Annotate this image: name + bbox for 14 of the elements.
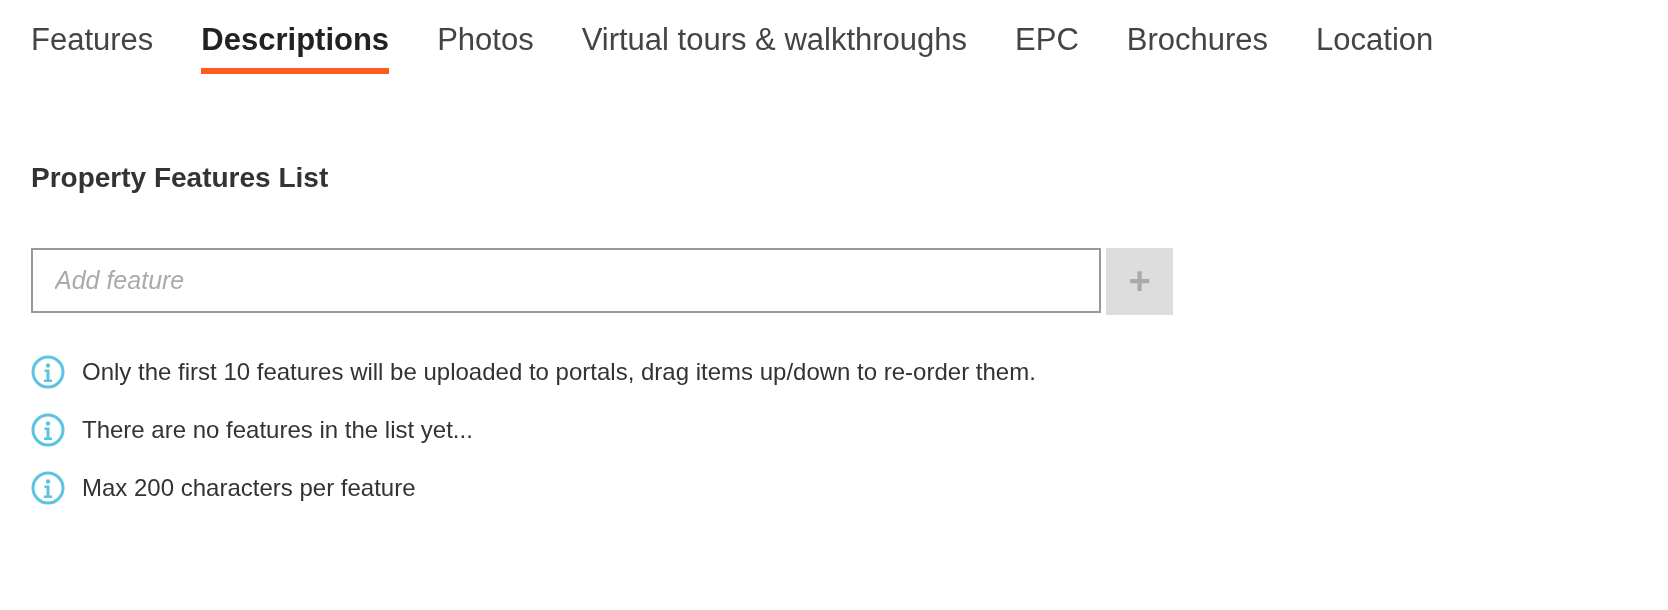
tab[interactable]: Location xyxy=(1316,22,1434,74)
section-title: Property Features List xyxy=(31,162,330,194)
tab[interactable]: Virtual tours & walkthroughs xyxy=(581,22,968,74)
tab[interactable]: Features xyxy=(31,22,154,74)
info-text: There are no features in the list yet... xyxy=(82,416,473,444)
tab[interactable]: Photos xyxy=(437,22,534,74)
tab[interactable]: Descriptions xyxy=(201,22,390,74)
info-icon xyxy=(31,413,65,447)
info-text: Only the first 10 features will be uploaded to portals, drag items up/down to re-order them. xyxy=(82,358,1036,386)
tab[interactable]: Brochures xyxy=(1126,22,1269,74)
info-icon xyxy=(31,471,65,505)
tab[interactable]: EPC xyxy=(1015,22,1079,74)
info-icon xyxy=(31,355,65,389)
info-text: Max 200 characters per feature xyxy=(82,474,416,502)
